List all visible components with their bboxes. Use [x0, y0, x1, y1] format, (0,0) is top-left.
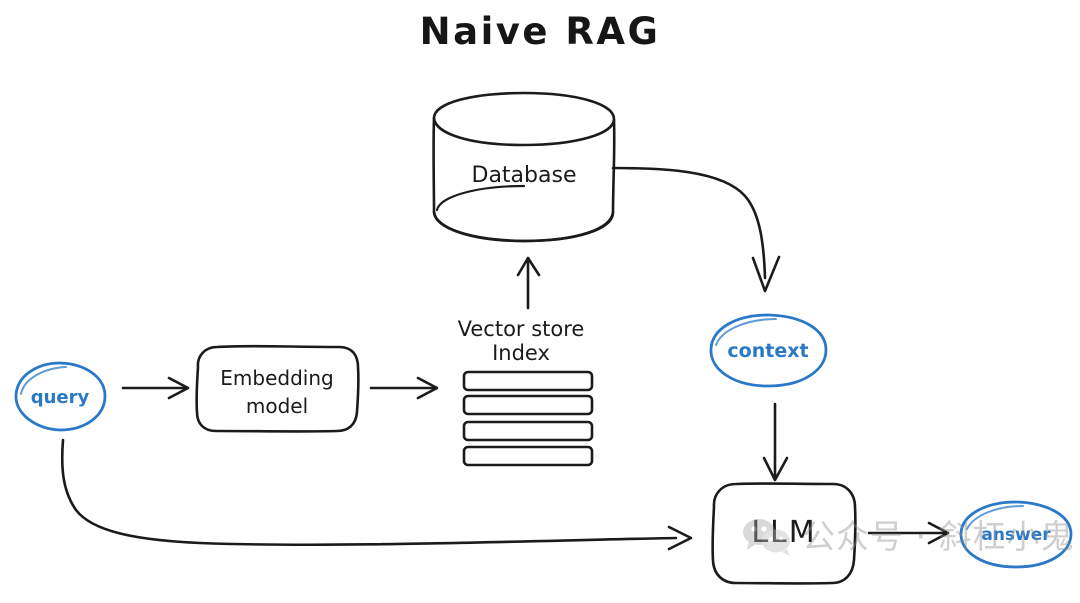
vector-store-bar: [462, 445, 594, 467]
node-database: Database: [432, 91, 616, 243]
diagram-title: Naive RAG: [420, 10, 661, 53]
vector-store-bar: [462, 394, 594, 416]
node-llm: LLM: [711, 482, 857, 585]
embedding-model-label-line1: Embedding: [220, 366, 333, 390]
node-embedding-model: Embedding model: [195, 344, 360, 433]
naive-rag-diagram: Naive RAG Database query Embedding model…: [14, 10, 1073, 585]
vector-store-bar: [462, 370, 594, 392]
llm-label: LLM: [751, 515, 816, 550]
node-query: query: [14, 361, 107, 432]
vector-store-label-line2: Index: [492, 341, 550, 365]
edge-llm-to-answer: [867, 521, 950, 545]
database-label: Database: [472, 163, 577, 188]
query-label: query: [31, 387, 90, 408]
embedding-model-label-line2: model: [246, 394, 308, 418]
edge-context-to-llm: [762, 402, 789, 482]
edge-database-to-context: [611, 166, 781, 293]
node-context: context: [709, 313, 828, 388]
node-vector-store: Vector store Index: [458, 317, 594, 467]
vector-store-bar: [462, 420, 594, 442]
answer-label: answer: [981, 525, 1051, 545]
edge-query-to-llm: [60, 438, 693, 551]
vector-store-label-line1: Vector store: [458, 317, 585, 341]
diagram-canvas: Naive RAG Database query Embedding model…: [0, 0, 1080, 603]
edge-vectorstore-to-database: [516, 256, 541, 310]
node-answer: answer: [959, 500, 1073, 569]
edge-query-to-embedding: [121, 376, 190, 400]
context-label: context: [727, 340, 808, 362]
edge-embedding-to-vectorstore: [369, 376, 439, 400]
